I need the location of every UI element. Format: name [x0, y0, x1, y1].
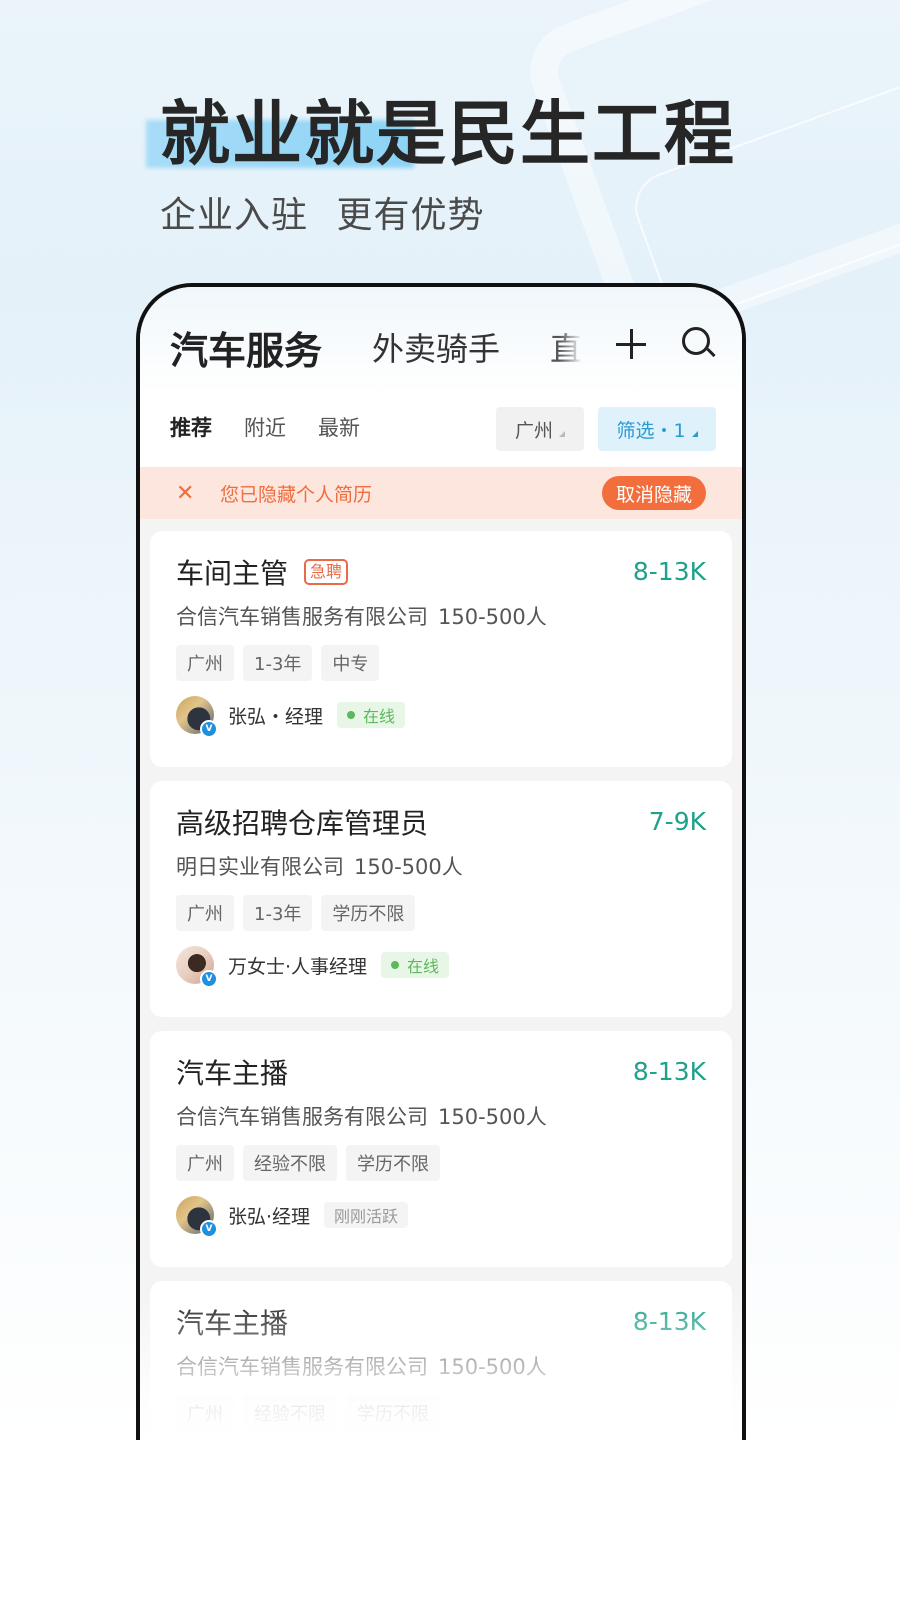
hero-title: 就业就是民生工程: [160, 93, 736, 175]
verified-icon: V: [200, 970, 218, 988]
page-bottom-fade: [100, 1440, 800, 1600]
sort-recommended[interactable]: 推荐: [170, 412, 212, 442]
sort-latest[interactable]: 最新: [318, 412, 360, 442]
close-icon[interactable]: ✕: [176, 481, 200, 506]
urgent-badge: 急聘: [304, 559, 349, 585]
avatar: V: [176, 696, 218, 738]
tag-experience: 1-3年: [243, 645, 313, 681]
sort-tabs: 推荐 附近 最新 广州 筛选・1: [140, 387, 742, 467]
tag-experience: 1-3年: [243, 895, 313, 931]
tag-location: 广州: [176, 645, 234, 681]
tag-education: 中专: [321, 645, 380, 681]
status-badge: 刚刚活跃: [324, 1202, 409, 1228]
sort-nearby[interactable]: 附近: [244, 412, 286, 442]
unhide-button[interactable]: 取消隐藏: [601, 476, 706, 510]
avatar: V: [176, 946, 218, 988]
online-dot-icon: [391, 961, 400, 969]
tab-live[interactable]: 直: [550, 324, 582, 370]
job-title: 汽车主播: [176, 1057, 289, 1090]
salary: 7-9K: [648, 807, 706, 836]
company-info: 明日实业有限公司 150-500人: [176, 851, 706, 881]
tag-experience: 经验不限: [243, 1145, 337, 1181]
online-dot-icon: [347, 711, 356, 719]
recruiter-row: V 张弘・经理 在线: [176, 695, 706, 738]
tag-education: 学历不限: [346, 1145, 440, 1181]
tag-location: 广州: [176, 1145, 234, 1181]
verified-icon: V: [200, 1220, 218, 1238]
phone-frame: 汽车服务 外卖骑手 直 推荐 附近 最新 广州 筛选・1 ✕ 您已隐藏个人简历 …: [136, 283, 746, 1483]
job-card[interactable]: 汽车主播 8-13K 合信汽车销售服务有限公司 150-500人 广州 经验不限 …: [150, 1031, 732, 1267]
recruiter-name: 张弘・经理: [228, 705, 324, 728]
tag-education: 学历不限: [321, 895, 416, 931]
tag-location: 广州: [176, 895, 234, 931]
tab-delivery-rider[interactable]: 外卖骑手: [372, 324, 500, 370]
job-title: 车间主管: [176, 557, 289, 590]
status-text: 在线: [407, 957, 440, 976]
resume-hidden-banner: ✕ 您已隐藏个人简历 取消隐藏: [140, 467, 742, 519]
category-tabs: 汽车服务 外卖骑手 直: [140, 321, 742, 373]
company-size: 150-500人: [438, 605, 547, 629]
company-size: 150-500人: [354, 855, 463, 879]
job-card[interactable]: 高级招聘仓库管理员 7-9K 明日实业有限公司 150-500人 广州 1-3年 …: [150, 781, 732, 1017]
hero-subtitle: 企业入驻 更有优势: [160, 195, 485, 236]
recruiter-name: 张弘·经理: [228, 1205, 311, 1228]
banner-text: 您已隐藏个人简历: [220, 483, 373, 506]
verified-icon: V: [200, 720, 218, 738]
recruiter-row: V 张弘·经理 刚刚活跃: [176, 1195, 706, 1238]
salary: 8-13K: [632, 1057, 706, 1086]
company-name: 合信汽车销售服务有限公司: [176, 1105, 428, 1129]
dropdown-triangle-icon: [691, 431, 698, 437]
search-icon[interactable]: [680, 325, 716, 361]
recruiter-row: V 万女士·人事经理 在线: [176, 945, 706, 988]
job-tags: 广州 1-3年 中专: [176, 645, 706, 681]
job-tags: 广州 1-3年 学历不限: [176, 895, 706, 931]
job-title: 高级招聘仓库管理员: [176, 807, 429, 840]
tab-car-service[interactable]: 汽车服务: [170, 320, 322, 375]
company-size: 150-500人: [438, 1105, 547, 1129]
status-badge: 在线: [337, 702, 406, 728]
plus-icon[interactable]: [614, 327, 648, 361]
app-header: 汽车服务 外卖骑手 直 推荐 附近 最新 广州 筛选・1: [140, 287, 742, 467]
dropdown-triangle-icon: [559, 431, 565, 437]
company-name: 明日实业有限公司: [176, 855, 344, 879]
filter-label: 筛选・1: [616, 419, 686, 442]
status-badge: 在线: [381, 952, 450, 978]
company-name: 合信汽车销售服务有限公司: [176, 605, 428, 629]
status-text: 在线: [363, 707, 396, 726]
job-card[interactable]: 车间主管 急聘 8-13K 合信汽车销售服务有限公司 150-500人 广州 1-…: [150, 531, 732, 767]
recruiter-name: 万女士·人事经理: [228, 955, 368, 978]
company-info: 合信汽车销售服务有限公司 150-500人: [176, 601, 706, 631]
salary: 8-13K: [632, 557, 706, 586]
city-label: 广州: [514, 419, 553, 442]
company-info: 合信汽车销售服务有限公司 150-500人: [176, 1101, 706, 1131]
city-dropdown[interactable]: 广州: [496, 407, 584, 451]
avatar: V: [176, 1196, 218, 1238]
filter-dropdown[interactable]: 筛选・1: [598, 407, 716, 451]
job-tags: 广州 经验不限 学历不限: [176, 1145, 706, 1181]
